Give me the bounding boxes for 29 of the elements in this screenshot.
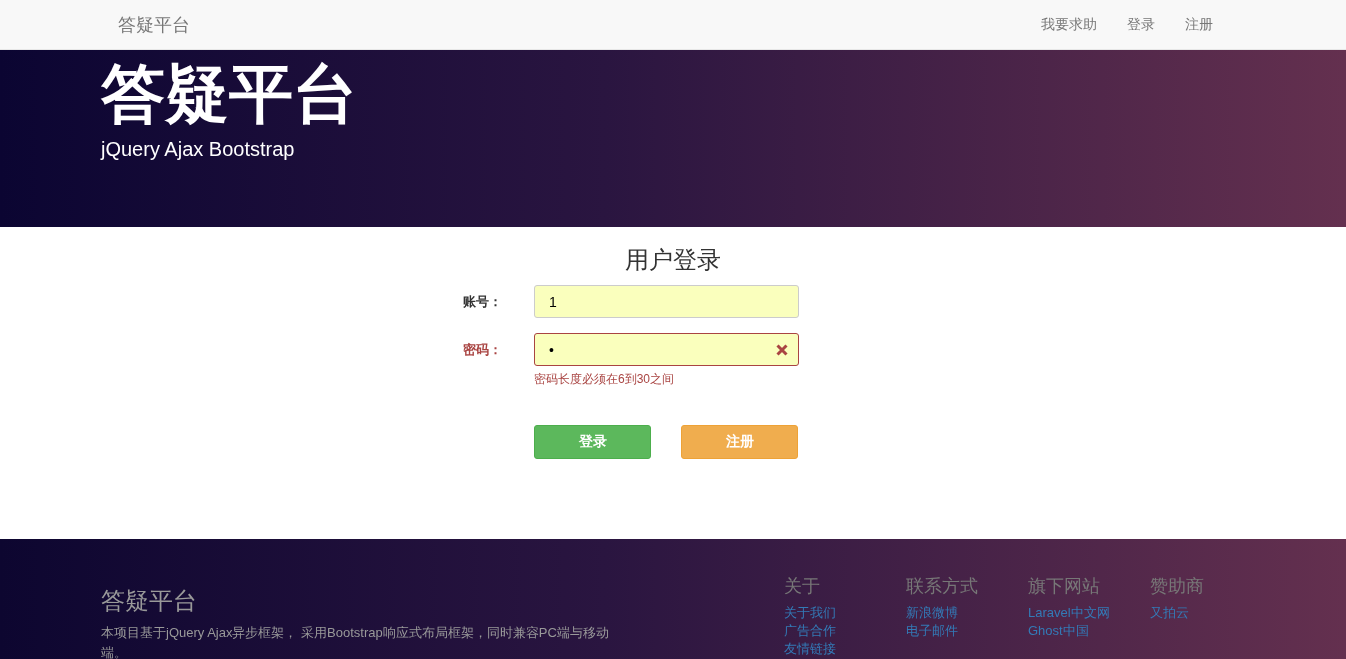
footer-link[interactable]: 关于我们	[784, 604, 836, 622]
footer-heading: 旗下网站	[1028, 575, 1100, 597]
nav-link[interactable]: 注册	[1185, 15, 1213, 34]
footer-link[interactable]: 新浪微博	[906, 604, 958, 622]
login-title: 用户登录	[624, 245, 722, 275]
footer-link[interactable]: Ghost中国	[1028, 622, 1089, 640]
footer-link[interactable]: 广告合作	[784, 622, 836, 640]
footer-description: 本项目基于jQuery Ajax异步框架， 采用Bootstrap响应式布局框架，同时兼容PC端与移动端。	[101, 624, 610, 659]
hero-title: 答疑平台	[101, 57, 358, 132]
register-button[interactable]: 注册	[681, 425, 798, 459]
error-message: 密码长度必须在6到30之间	[534, 371, 676, 388]
brand-link[interactable]: 答疑平台	[118, 12, 190, 37]
field-label: 账号：	[462, 293, 503, 311]
input-field[interactable]: 1	[534, 285, 799, 318]
nav-link[interactable]: 登录	[1127, 15, 1155, 34]
nav-link[interactable]: 我要求助	[1041, 15, 1097, 34]
footer-link[interactable]: 又拍云	[1150, 604, 1189, 622]
footer-link[interactable]: 友情链接	[784, 640, 836, 658]
login-button[interactable]: 登录	[534, 425, 651, 459]
footer-link[interactable]: Laravel中文网	[1028, 604, 1110, 622]
error-icon	[776, 343, 788, 356]
footer-title: 答疑平台	[101, 586, 198, 616]
footer-heading: 赞助商	[1150, 575, 1204, 597]
footer-heading: 联系方式	[906, 575, 978, 597]
input-field[interactable]: •	[534, 333, 799, 366]
field-label: 密码：	[462, 341, 503, 359]
hero-subtitle: jQuery Ajax Bootstrap	[101, 138, 296, 161]
footer-link[interactable]: 电子邮件	[906, 622, 958, 640]
footer-heading: 关于	[784, 575, 820, 597]
